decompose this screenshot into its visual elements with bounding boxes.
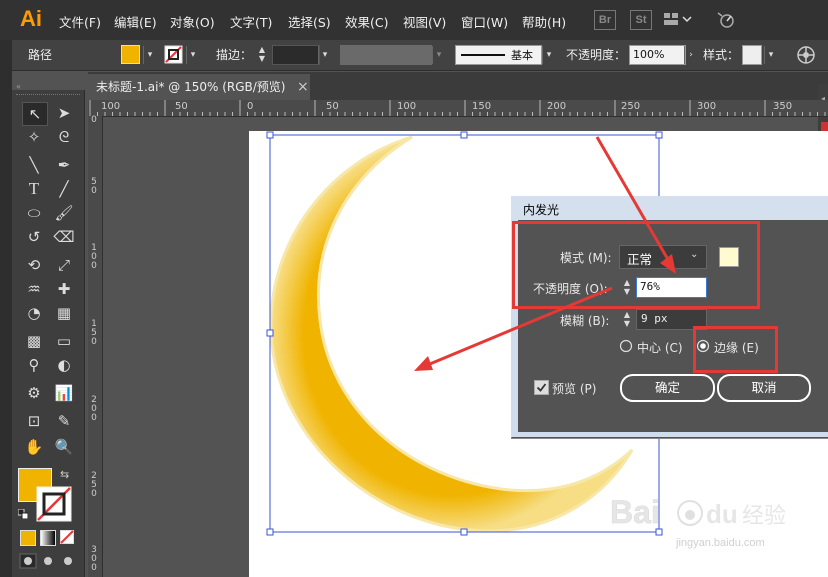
blur-stepper-icon[interactable]: ▲ ▼ <box>621 310 633 328</box>
cancel-button[interactable]: 取消 <box>717 374 811 402</box>
watermark-url: jingyan.baidu.com <box>676 537 765 549</box>
annotation-highlight-box <box>512 221 760 309</box>
blur-label: 模糊 (B): <box>560 314 610 328</box>
baidu-watermark-logo: Bai du 经验 <box>610 493 800 533</box>
dialog-title-bar[interactable]: 内发光 <box>511 196 828 220</box>
svg-text:经验: 经验 <box>742 504 786 529</box>
preview-checkbox-label[interactable]: 预览 (P) <box>552 380 596 397</box>
dialog-frame-bottom <box>511 432 828 437</box>
blur-value: 9 px <box>641 312 668 325</box>
dialog-title: 内发光 <box>523 203 560 217</box>
center-radio[interactable] <box>619 339 633 353</box>
svg-text:du: du <box>706 499 738 529</box>
preview-checkbox[interactable] <box>534 380 549 395</box>
annotation-highlight-box <box>693 326 778 373</box>
center-radio-label[interactable]: 中心 (C) <box>637 339 683 356</box>
svg-text:Bai: Bai <box>610 494 660 530</box>
ok-button[interactable]: 确定 <box>620 374 715 402</box>
